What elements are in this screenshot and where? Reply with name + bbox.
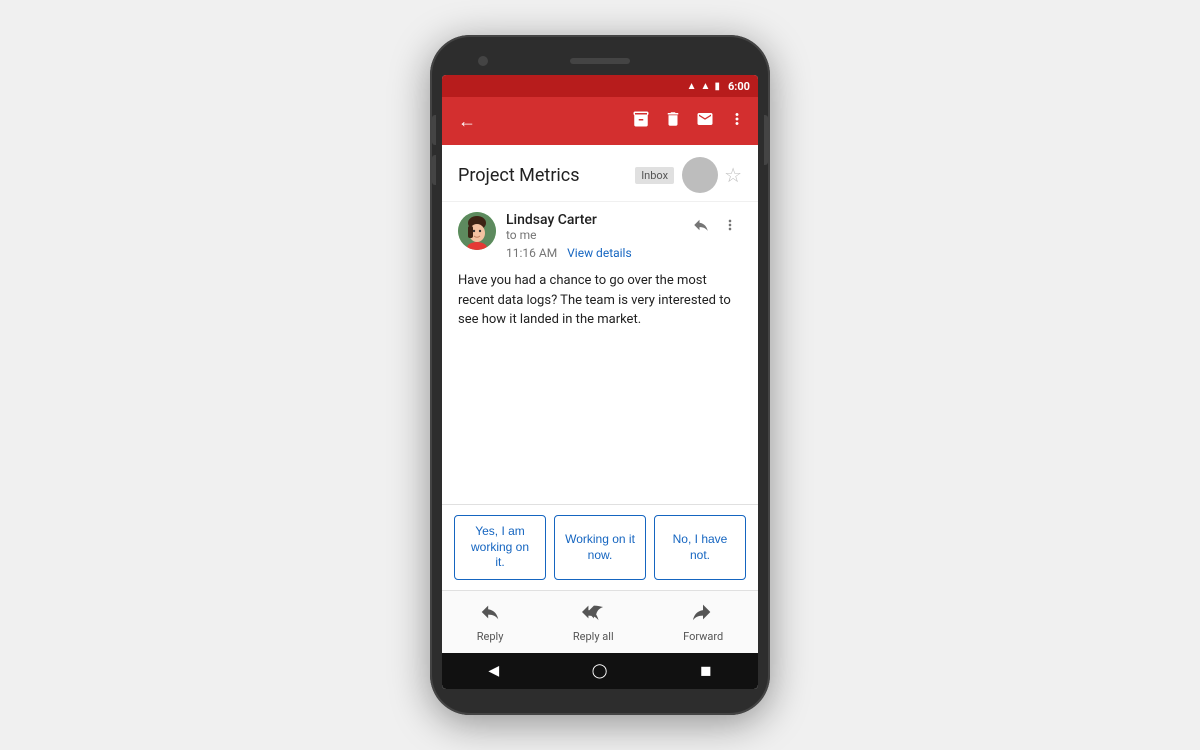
archive-icon[interactable]: [628, 106, 654, 136]
smart-replies: Yes, I am working on it. Working on it n…: [442, 504, 758, 590]
reply-icon[interactable]: [688, 212, 714, 242]
forward-label: Forward: [683, 630, 723, 643]
signal-icon: ▲: [701, 81, 711, 92]
phone-speaker: [570, 58, 630, 64]
sender-info: Lindsay Carter to me 11:16 AM View detai…: [506, 212, 688, 261]
status-bar: ▲ ▲ ▮ 6:00: [442, 75, 758, 97]
front-camera: [478, 56, 488, 66]
reply-all-action-icon: [582, 601, 604, 628]
reply-all-action[interactable]: Reply all: [557, 597, 630, 647]
smart-reply-2[interactable]: Working on it now.: [554, 515, 646, 580]
nav-back-button[interactable]: ◀: [488, 663, 499, 679]
forward-action[interactable]: Forward: [667, 597, 739, 647]
star-icon[interactable]: ☆: [724, 163, 742, 187]
forward-action-icon: [692, 601, 714, 628]
wifi-icon: ▲: [687, 81, 697, 92]
volume-up-button: [432, 115, 436, 145]
phone-device: ▲ ▲ ▮ 6:00 ←: [430, 35, 770, 715]
email-content: Lindsay Carter to me 11:16 AM View detai…: [442, 202, 758, 504]
reply-label: Reply: [477, 630, 504, 643]
smart-reply-3[interactable]: No, I have not.: [654, 515, 746, 580]
phone-screen: ▲ ▲ ▮ 6:00 ←: [442, 75, 758, 689]
email-subject: Project Metrics: [458, 165, 627, 186]
phone-bottom-bar: [442, 689, 758, 703]
nav-home-button[interactable]: ◯: [592, 663, 608, 679]
delete-icon[interactable]: [660, 106, 686, 136]
android-nav-bar: ◀ ◯ ◼: [442, 653, 758, 689]
bottom-actions: Reply Reply all Forward: [442, 590, 758, 653]
status-icons: ▲ ▲ ▮ 6:00: [687, 80, 750, 93]
more-icon[interactable]: [718, 213, 742, 241]
header-avatar: [682, 157, 718, 193]
view-details-link[interactable]: View details: [567, 246, 632, 260]
reply-action[interactable]: Reply: [461, 597, 520, 647]
reply-action-icon: [479, 601, 501, 628]
email-body: Have you had a chance to go over the mos…: [442, 267, 758, 504]
power-button: [764, 115, 768, 165]
email-header: Project Metrics Inbox ☆: [442, 145, 758, 202]
sender-name: Lindsay Carter: [506, 212, 688, 228]
mail-icon[interactable]: [692, 106, 718, 136]
status-time: 6:00: [728, 80, 750, 93]
smart-reply-1[interactable]: Yes, I am working on it.: [454, 515, 546, 580]
phone-top-bar: [442, 47, 758, 75]
back-button[interactable]: ←: [450, 103, 484, 140]
app-bar: ←: [442, 97, 758, 145]
sender-row: Lindsay Carter to me 11:16 AM View detai…: [442, 202, 758, 267]
sender-avatar: [458, 212, 496, 250]
reply-all-label: Reply all: [573, 630, 614, 643]
sender-to: to me: [506, 228, 688, 242]
inbox-badge: Inbox: [635, 167, 674, 184]
battery-icon: ▮: [714, 81, 720, 92]
more-options-icon[interactable]: [724, 106, 750, 136]
volume-down-button: [432, 155, 436, 185]
app-bar-actions: [628, 106, 750, 136]
sender-time: 11:16 AM: [506, 246, 557, 260]
nav-recents-button[interactable]: ◼: [700, 663, 712, 679]
sender-actions: [688, 212, 742, 242]
